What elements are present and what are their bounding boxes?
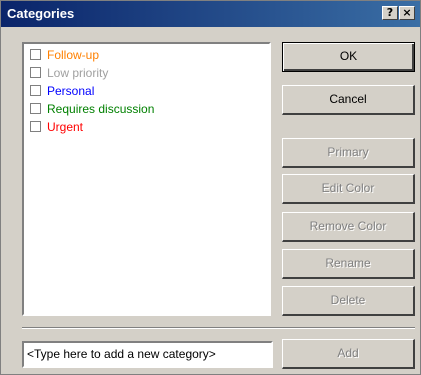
help-button[interactable]: ? bbox=[382, 6, 398, 20]
category-label-urgent: Urgent bbox=[47, 120, 84, 134]
category-label-requires-discussion: Requires discussion bbox=[47, 102, 155, 116]
category-label-personal: Personal bbox=[47, 84, 95, 98]
edit-color-button[interactable]: Edit Color bbox=[282, 174, 415, 204]
checkbox-personal[interactable] bbox=[30, 85, 41, 97]
checkbox-low-priority[interactable] bbox=[30, 67, 41, 79]
category-list[interactable]: Follow-up Low priority Personal Requires… bbox=[22, 42, 271, 316]
category-item-follow-up[interactable]: Follow-up bbox=[30, 47, 99, 65]
checkbox-requires-discussion[interactable] bbox=[30, 103, 41, 115]
ok-button[interactable]: OK bbox=[282, 42, 415, 72]
category-item-urgent[interactable]: Urgent bbox=[30, 119, 83, 137]
divider bbox=[22, 327, 415, 329]
rename-button[interactable]: Rename bbox=[282, 249, 415, 279]
dialog-title: Categories bbox=[7, 6, 75, 21]
cancel-button[interactable]: Cancel bbox=[282, 85, 415, 115]
delete-button[interactable]: Delete bbox=[282, 286, 415, 316]
primary-button[interactable]: Primary bbox=[282, 138, 415, 168]
new-category-input[interactable]: <Type here to add a new category> bbox=[22, 341, 273, 368]
category-item-personal[interactable]: Personal bbox=[30, 83, 94, 101]
category-item-low-priority[interactable]: Low priority bbox=[30, 65, 108, 83]
title-bar: Categories ? × bbox=[1, 1, 420, 27]
category-label-low-priority: Low priority bbox=[47, 66, 109, 80]
checkbox-urgent[interactable] bbox=[30, 121, 41, 133]
remove-color-button[interactable]: Remove Color bbox=[282, 212, 415, 242]
categories-dialog: Categories ? × Follow-up Low priority Pe… bbox=[0, 0, 421, 375]
close-button[interactable]: × bbox=[399, 6, 415, 20]
category-item-requires-discussion[interactable]: Requires discussion bbox=[30, 101, 154, 119]
category-label-follow-up: Follow-up bbox=[47, 48, 100, 62]
add-button[interactable]: Add bbox=[282, 339, 415, 369]
checkbox-follow-up[interactable] bbox=[30, 49, 41, 61]
